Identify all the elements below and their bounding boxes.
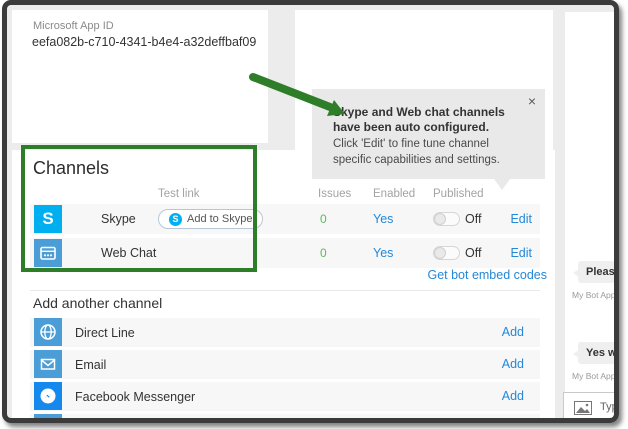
- get-bot-embed-codes-link[interactable]: Get bot embed codes: [427, 268, 547, 282]
- channel-name: Facebook Messenger: [75, 390, 195, 404]
- channel-name: Direct Line: [75, 326, 135, 340]
- add-link[interactable]: Add: [502, 357, 524, 371]
- enabled-link[interactable]: Yes: [373, 246, 393, 260]
- channel-icon: [34, 414, 62, 423]
- tooltip-tail: [494, 179, 510, 190]
- bot-framework-page: Microsoft App ID eefa082b-c710-4341-b4e4…: [2, 0, 619, 423]
- annotation-rectangle: [21, 145, 257, 272]
- app-id-label: Microsoft App ID: [33, 20, 114, 32]
- globe-icon: [34, 318, 62, 346]
- chat-message-input[interactable]: Typ: [563, 392, 619, 423]
- toggle-knob: [434, 213, 446, 225]
- add-channel-row-direct-line: Direct Line Add: [30, 318, 540, 347]
- email-icon: [34, 350, 62, 378]
- published-state: Off: [465, 246, 481, 260]
- toggle-knob: [434, 247, 446, 259]
- image-upload-icon[interactable]: [574, 401, 592, 420]
- add-link[interactable]: Add: [502, 389, 524, 403]
- auto-configured-tooltip: × Skype and Web chat channels have been …: [312, 89, 545, 179]
- published-toggle[interactable]: [433, 246, 460, 260]
- add-link[interactable]: Add: [502, 325, 524, 339]
- column-header-published: Published: [433, 188, 484, 200]
- column-header-issues: Issues: [318, 188, 351, 200]
- chat-bubble: Please l: [578, 261, 619, 283]
- screenshot: Microsoft App ID eefa082b-c710-4341-b4e4…: [0, 0, 628, 429]
- facebook-messenger-icon: [34, 382, 62, 410]
- chat-input-text: Typ: [600, 401, 618, 413]
- published-state: Off: [465, 212, 481, 226]
- add-channel-row-facebook-messenger: Facebook Messenger Add: [30, 382, 540, 411]
- add-another-channel-title: Add another channel: [33, 295, 162, 311]
- edit-link[interactable]: Edit: [510, 246, 532, 260]
- chat-bubble: Yes we: [578, 342, 619, 364]
- issues-count: 0: [320, 246, 327, 260]
- section-divider: [30, 290, 540, 291]
- channel-name: Email: [75, 358, 106, 372]
- enabled-link[interactable]: Yes: [373, 212, 393, 226]
- add-channel-row-email: Email Add: [30, 350, 540, 379]
- edit-link[interactable]: Edit: [510, 212, 532, 226]
- tooltip-body: Click 'Edit' to fine tune channel specif…: [333, 137, 529, 168]
- published-toggle[interactable]: [433, 212, 460, 226]
- app-id-value: eefa082b-c710-4341-b4e4-a32deffbaf09: [32, 35, 256, 49]
- app-id-card: Microsoft App ID eefa082b-c710-4341-b4e4…: [12, 10, 268, 143]
- chat-bubble-caption: My Bot App: [572, 290, 615, 300]
- chat-bubble-caption: My Bot App: [572, 371, 615, 381]
- issues-count: 0: [320, 212, 327, 226]
- tooltip-title: Skype and Web chat channels have been au…: [333, 105, 533, 136]
- column-header-enabled: Enabled: [373, 188, 415, 200]
- add-channel-row-partial: [30, 414, 540, 423]
